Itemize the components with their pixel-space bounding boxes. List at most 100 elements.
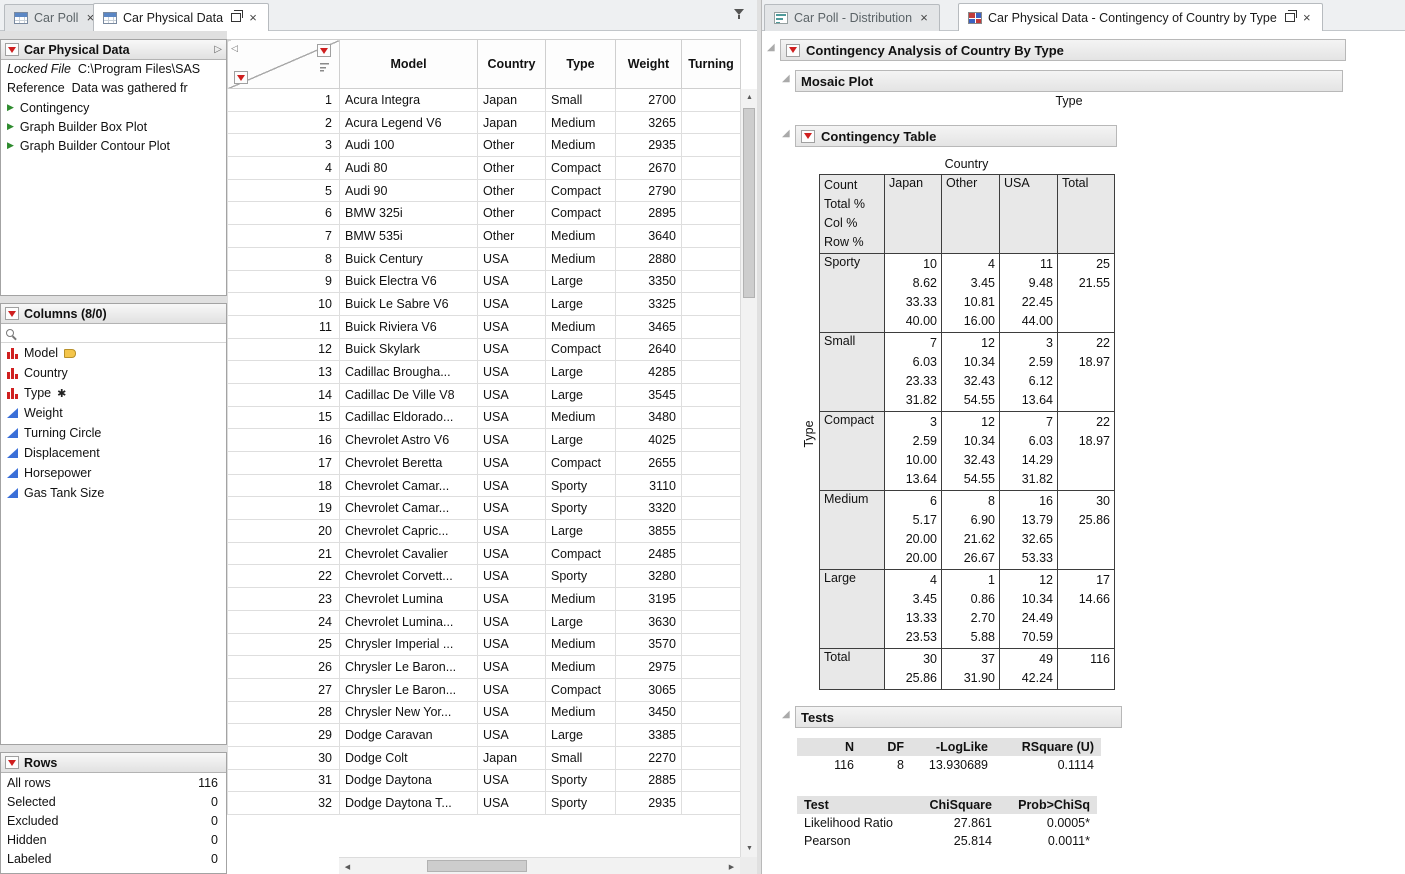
columns-search-input[interactable] <box>19 325 221 341</box>
country-cell[interactable]: Other <box>478 202 546 225</box>
model-cell[interactable]: Chevrolet Capric... <box>340 520 478 543</box>
model-cell[interactable]: Cadillac De Ville V8 <box>340 383 478 406</box>
row-number-cell[interactable]: 3 <box>228 134 340 157</box>
country-cell[interactable]: USA <box>478 270 546 293</box>
tab-car-poll-distribution[interactable]: Car Poll - Distribution <box>764 4 940 31</box>
country-cell[interactable]: USA <box>478 633 546 656</box>
type-cell[interactable]: Small <box>546 746 616 769</box>
table-row[interactable]: 10Buick Le Sabre V6USALarge3325 <box>228 293 741 316</box>
column-header[interactable]: Turning <box>682 40 741 89</box>
row-number-cell[interactable]: 26 <box>228 656 340 679</box>
contingency-cell[interactable]: 32.596.1213.64 <box>1000 333 1058 412</box>
panel-expand-icon[interactable] <box>214 44 222 55</box>
contingency-cell[interactable]: 2218.97 <box>1058 333 1115 412</box>
country-cell[interactable]: USA <box>478 293 546 316</box>
model-cell[interactable]: Audi 90 <box>340 179 478 202</box>
model-cell[interactable]: Acura Integra <box>340 89 478 112</box>
disclosure-icon[interactable] <box>782 709 794 721</box>
tab-car-poll[interactable]: Car Poll <box>4 4 106 31</box>
weight-cell[interactable]: 2895 <box>616 202 682 225</box>
column-item[interactable]: Country <box>1 363 226 383</box>
script-item[interactable]: ▶Contingency <box>1 98 226 117</box>
weight-cell[interactable]: 2655 <box>616 452 682 475</box>
close-tab-icon[interactable] <box>918 12 930 24</box>
table-row[interactable]: 14Cadillac De Ville V8USALarge3545 <box>228 383 741 406</box>
column-header[interactable]: Weight <box>616 40 682 89</box>
row-stat[interactable]: Labeled0 <box>1 849 226 868</box>
turning-cell[interactable] <box>682 701 741 724</box>
contingency-cell[interactable]: 1613.7932.6553.33 <box>1000 491 1058 570</box>
contingency-analysis-header[interactable]: Contingency Analysis of Country By Type <box>780 39 1346 61</box>
country-cell[interactable]: USA <box>478 678 546 701</box>
model-cell[interactable]: Chrysler Le Baron... <box>340 656 478 679</box>
row-number-cell[interactable]: 18 <box>228 474 340 497</box>
turning-cell[interactable] <box>682 565 741 588</box>
weight-cell[interactable]: 3280 <box>616 565 682 588</box>
type-cell[interactable]: Medium <box>546 406 616 429</box>
country-cell[interactable]: USA <box>478 383 546 406</box>
type-cell[interactable]: Medium <box>546 315 616 338</box>
type-cell[interactable]: Large <box>546 724 616 747</box>
turning-cell[interactable] <box>682 633 741 656</box>
type-cell[interactable]: Sporty <box>546 474 616 497</box>
close-tab-icon[interactable] <box>1301 12 1313 24</box>
weight-cell[interactable]: 2270 <box>616 746 682 769</box>
row-stat[interactable]: Selected0 <box>1 792 226 811</box>
row-number-cell[interactable]: 5 <box>228 179 340 202</box>
turning-cell[interactable] <box>682 179 741 202</box>
turning-cell[interactable] <box>682 406 741 429</box>
country-cell[interactable]: USA <box>478 474 546 497</box>
red-triangle-menu-icon[interactable] <box>5 307 19 320</box>
column-header[interactable]: Type <box>546 40 616 89</box>
contingency-cell[interactable]: 1210.3432.4354.55 <box>942 333 1000 412</box>
model-cell[interactable]: Dodge Daytona T... <box>340 792 478 815</box>
red-triangle-menu-icon[interactable] <box>801 130 815 143</box>
columns-menu-icon[interactable] <box>317 44 331 57</box>
model-cell[interactable]: Chevrolet Astro V6 <box>340 429 478 452</box>
weight-cell[interactable]: 2935 <box>616 792 682 815</box>
model-cell[interactable]: Buick Skylark <box>340 338 478 361</box>
scroll-down-icon[interactable] <box>741 840 757 857</box>
turning-cell[interactable] <box>682 157 741 180</box>
country-cell[interactable]: Other <box>478 157 546 180</box>
weight-cell[interactable]: 3065 <box>616 678 682 701</box>
tests-header[interactable]: Tests <box>795 706 1122 728</box>
turning-cell[interactable] <box>682 610 741 633</box>
scroll-left-icon[interactable] <box>339 858 356 874</box>
type-cell[interactable]: Medium <box>546 247 616 270</box>
weight-cell[interactable]: 3480 <box>616 406 682 429</box>
contingency-col-header[interactable]: Japan <box>885 175 942 254</box>
rows-panel-header[interactable]: Rows <box>1 753 226 773</box>
table-row[interactable]: 24Chevrolet Lumina...USALarge3630 <box>228 610 741 633</box>
contingency-cell[interactable]: 108.6233.3340.00 <box>885 254 942 333</box>
vertical-scroll-thumb[interactable] <box>743 108 755 298</box>
row-number-cell[interactable]: 13 <box>228 361 340 384</box>
model-cell[interactable]: Cadillac Brougha... <box>340 361 478 384</box>
row-number-cell[interactable]: 31 <box>228 769 340 792</box>
row-number-cell[interactable]: 4 <box>228 157 340 180</box>
country-cell[interactable]: USA <box>478 361 546 384</box>
horizontal-scroll-thumb[interactable] <box>427 860 527 872</box>
script-item[interactable]: ▶Graph Builder Box Plot <box>1 117 226 136</box>
column-header[interactable]: Model <box>340 40 478 89</box>
weight-cell[interactable]: 3320 <box>616 497 682 520</box>
contingency-row-header[interactable]: Medium <box>820 491 885 570</box>
row-number-cell[interactable]: 22 <box>228 565 340 588</box>
country-cell[interactable]: USA <box>478 610 546 633</box>
table-row[interactable]: 16Chevrolet Astro V6USALarge4025 <box>228 429 741 452</box>
type-cell[interactable]: Compact <box>546 542 616 565</box>
red-triangle-menu-icon[interactable] <box>5 756 19 769</box>
disclosure-icon[interactable] <box>767 42 779 54</box>
row-number-cell[interactable]: 19 <box>228 497 340 520</box>
type-cell[interactable]: Large <box>546 429 616 452</box>
weight-cell[interactable]: 2640 <box>616 338 682 361</box>
country-cell[interactable]: Japan <box>478 746 546 769</box>
disclosure-icon[interactable] <box>782 73 794 85</box>
model-cell[interactable]: Chevrolet Camar... <box>340 474 478 497</box>
row-number-cell[interactable]: 17 <box>228 452 340 475</box>
type-cell[interactable]: Compact <box>546 452 616 475</box>
turning-cell[interactable] <box>682 452 741 475</box>
turning-cell[interactable] <box>682 588 741 611</box>
type-cell[interactable]: Compact <box>546 338 616 361</box>
contingency-col-header[interactable]: Other <box>942 175 1000 254</box>
